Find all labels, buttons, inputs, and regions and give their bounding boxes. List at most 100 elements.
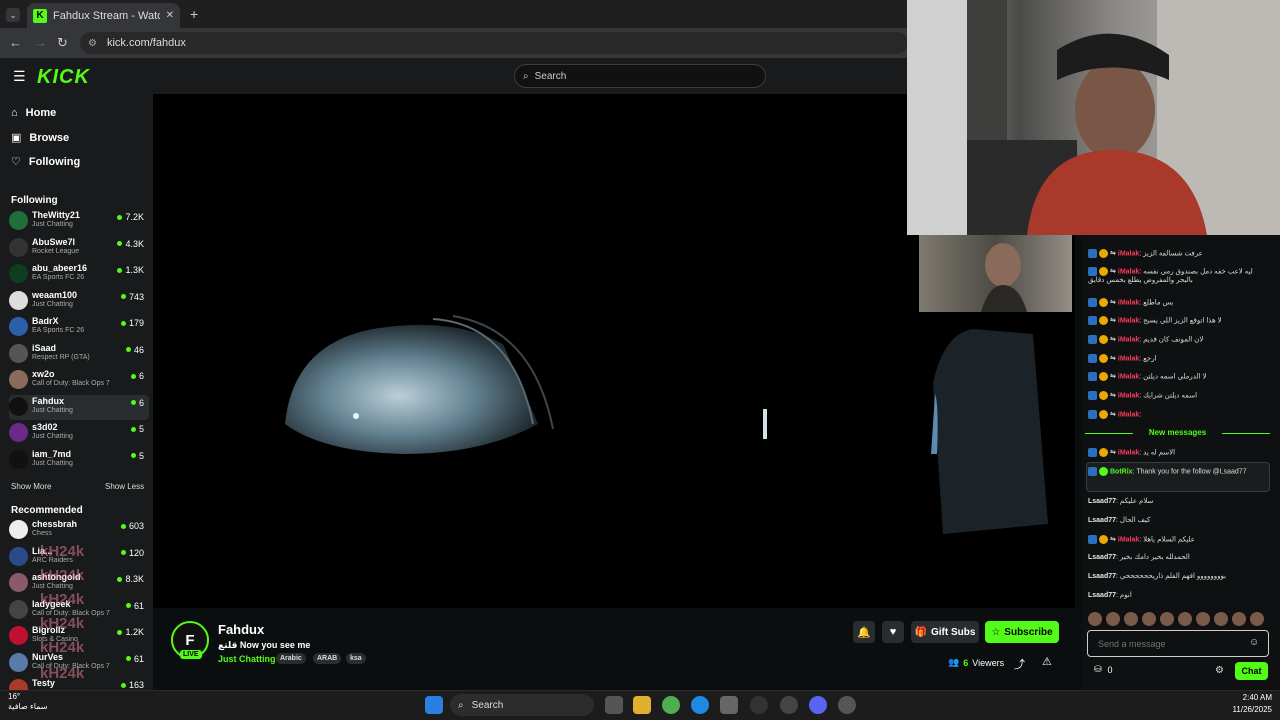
chat-username[interactable]: iMalak <box>1118 411 1139 418</box>
emote-icon[interactable] <box>1142 612 1156 626</box>
close-tab-icon[interactable]: ✕ <box>166 10 174 21</box>
sidebar-channel-item[interactable]: AbuSwe7l Rocket League 4.3K <box>9 236 149 261</box>
viewer-count-text: 603 <box>128 521 144 531</box>
webcam-overlay-secondary <box>919 235 1072 312</box>
settings-icon[interactable] <box>838 696 856 714</box>
watermark-text: kH24k <box>40 639 85 656</box>
browser-tab[interactable]: K Fahdux Stream - Watch Live ✕ <box>27 3 180 28</box>
forward-icon[interactable]: → <box>34 35 47 50</box>
sidebar-channel-item[interactable]: TheWitty21 Just Chatting 7.2K <box>9 209 149 234</box>
chat-username[interactable]: iMalak <box>1118 336 1139 343</box>
emote-icon[interactable] <box>1124 612 1138 626</box>
live-dot-icon <box>125 656 131 661</box>
sidebar-channel-item[interactable]: chessbrah Chess 603 <box>9 518 149 543</box>
gift-subs-button[interactable]: 🎁 Gift Subs <box>911 621 979 643</box>
chat-settings-icon[interactable]: ⚙ <box>1215 665 1224 676</box>
chat-username[interactable]: iMalak <box>1118 536 1139 543</box>
sidebar-channel-item[interactable]: BadrX EA Sports FC 26 179 <box>9 315 149 340</box>
windows-start-icon[interactable] <box>425 696 443 714</box>
sidebar-channel-item[interactable]: abu_abeer16 EA Sports FC 26 1.3K <box>9 262 149 287</box>
stream-category[interactable]: Just Chatting <box>218 654 276 664</box>
url-field[interactable]: ⚙ kick.com/fahdux <box>80 32 908 54</box>
share-icon[interactable]: ⤴ <box>1014 656 1025 672</box>
emote-icon[interactable] <box>1232 612 1246 626</box>
chat-username[interactable]: Lsaad77 <box>1088 573 1116 580</box>
sidebar-channel-item[interactable]: iam_7md Just Chatting 5 <box>9 448 149 473</box>
kick-logo[interactable]: KICK <box>37 66 90 89</box>
app-icon[interactable] <box>750 696 768 714</box>
viewer-count-text: 46 <box>133 344 144 355</box>
taskbar-clock[interactable]: 2:40 AM 11/26/2025 <box>1232 692 1272 716</box>
chat-username[interactable]: BotRix <box>1110 468 1133 475</box>
sidebar-channel-item[interactable]: Fahdux Just Chatting 6 <box>9 394 149 420</box>
channel-name: xw2o <box>32 369 55 379</box>
tab-list-icon[interactable]: ⌄ <box>6 8 20 22</box>
chat-username[interactable]: iMalak <box>1118 299 1139 306</box>
subscriber-badge-icon <box>1099 410 1108 419</box>
subscribe-button[interactable]: ☆ Subscribe <box>985 621 1059 643</box>
emoji-picker-icon[interactable]: ☺ <box>1249 637 1259 648</box>
sidebar-channel-item[interactable]: weaam100 Just Chatting 743 <box>9 289 149 314</box>
report-icon[interactable]: ⚠ <box>1042 655 1052 668</box>
nav-following[interactable]: ♡ Following <box>11 155 80 169</box>
clock-time: 2:40 AM <box>1242 693 1272 702</box>
task-view-icon[interactable] <box>605 696 623 714</box>
tag-ksa[interactable]: ksa <box>346 653 366 664</box>
sidebar-channel-item[interactable]: s3d02 Just Chatting 5 <box>9 421 149 446</box>
chat-username[interactable]: iMalak <box>1118 268 1139 275</box>
chrome-icon[interactable] <box>662 696 680 714</box>
chat-send-button[interactable]: Chat <box>1235 662 1268 680</box>
emote-icon[interactable] <box>1250 612 1264 626</box>
taskbar-search[interactable]: ⌕ Search <box>450 694 594 716</box>
sidebar-channel-item[interactable]: xw2o Call of Duty: Black Ops 7 6 <box>9 368 149 393</box>
chat-username[interactable]: iMalak <box>1118 373 1139 380</box>
chat-username[interactable]: iMalak <box>1118 317 1139 324</box>
show-less-button[interactable]: Show Less <box>105 482 144 491</box>
viewer-count-text: 5 <box>138 424 144 434</box>
tag-arabic[interactable]: Arabic <box>276 653 306 664</box>
chat-username[interactable]: iMalak <box>1118 250 1139 257</box>
menu-icon[interactable]: ☰ <box>13 68 26 85</box>
store-icon[interactable] <box>720 696 738 714</box>
new-messages-divider[interactable]: New messages <box>1085 428 1270 438</box>
chat-username[interactable]: iMalak <box>1118 449 1139 456</box>
nav-home[interactable]: ⌂ Home <box>11 107 56 119</box>
notification-bell-icon[interactable]: 🔔 <box>853 621 875 643</box>
chat-username[interactable]: iMalak <box>1118 355 1139 362</box>
back-icon[interactable]: ← <box>9 35 22 50</box>
chat-username[interactable]: Lsaad77 <box>1088 498 1116 505</box>
app-icon[interactable] <box>780 696 798 714</box>
follow-heart-icon[interactable]: ♥ <box>882 621 904 643</box>
chat-username[interactable]: Lsaad77 <box>1088 554 1116 561</box>
discord-icon[interactable] <box>809 696 827 714</box>
emote-icon[interactable] <box>1178 612 1192 626</box>
chat-input[interactable] <box>1087 630 1269 657</box>
emote-icon[interactable] <box>1106 612 1120 626</box>
nav-browse[interactable]: ▣ Browse <box>11 131 69 145</box>
chat-username[interactable]: iMalak <box>1118 392 1139 399</box>
emote-icon[interactable] <box>1214 612 1228 626</box>
weather-widget[interactable]: 16° سماء صافية <box>8 692 48 712</box>
new-tab-icon[interactable]: + <box>190 6 198 22</box>
edge-icon[interactable] <box>691 696 709 714</box>
viewer-count-text: 1.3K <box>125 265 144 275</box>
reload-icon[interactable]: ↻ <box>57 35 68 51</box>
sidebar-channel-item[interactable]: iSaad Respect RP (GTA) 46 <box>9 342 149 367</box>
live-dot-icon <box>117 267 123 273</box>
gift-subs-label: Gift Subs <box>931 626 976 638</box>
channel-name[interactable]: Fahdux <box>218 622 264 637</box>
channel-points[interactable]: ⛁ 0 <box>1094 664 1113 675</box>
chat-username[interactable]: Lsaad77 <box>1088 592 1116 599</box>
chat-username[interactable]: Lsaad77 <box>1088 517 1116 524</box>
nav-home-label: Home <box>25 107 57 119</box>
channel-name: s3d02 <box>32 422 58 432</box>
emote-icon[interactable] <box>1160 612 1174 626</box>
show-more-button[interactable]: Show More <box>11 482 51 491</box>
search-bar[interactable]: ⌕ Search <box>514 64 766 88</box>
site-info-icon[interactable]: ⚙ <box>88 38 97 49</box>
tag-arab[interactable]: ARAB <box>313 653 342 664</box>
webcam-image <box>907 0 1280 235</box>
emote-icon[interactable] <box>1088 612 1102 626</box>
file-explorer-icon[interactable] <box>633 696 651 714</box>
emote-icon[interactable] <box>1196 612 1210 626</box>
